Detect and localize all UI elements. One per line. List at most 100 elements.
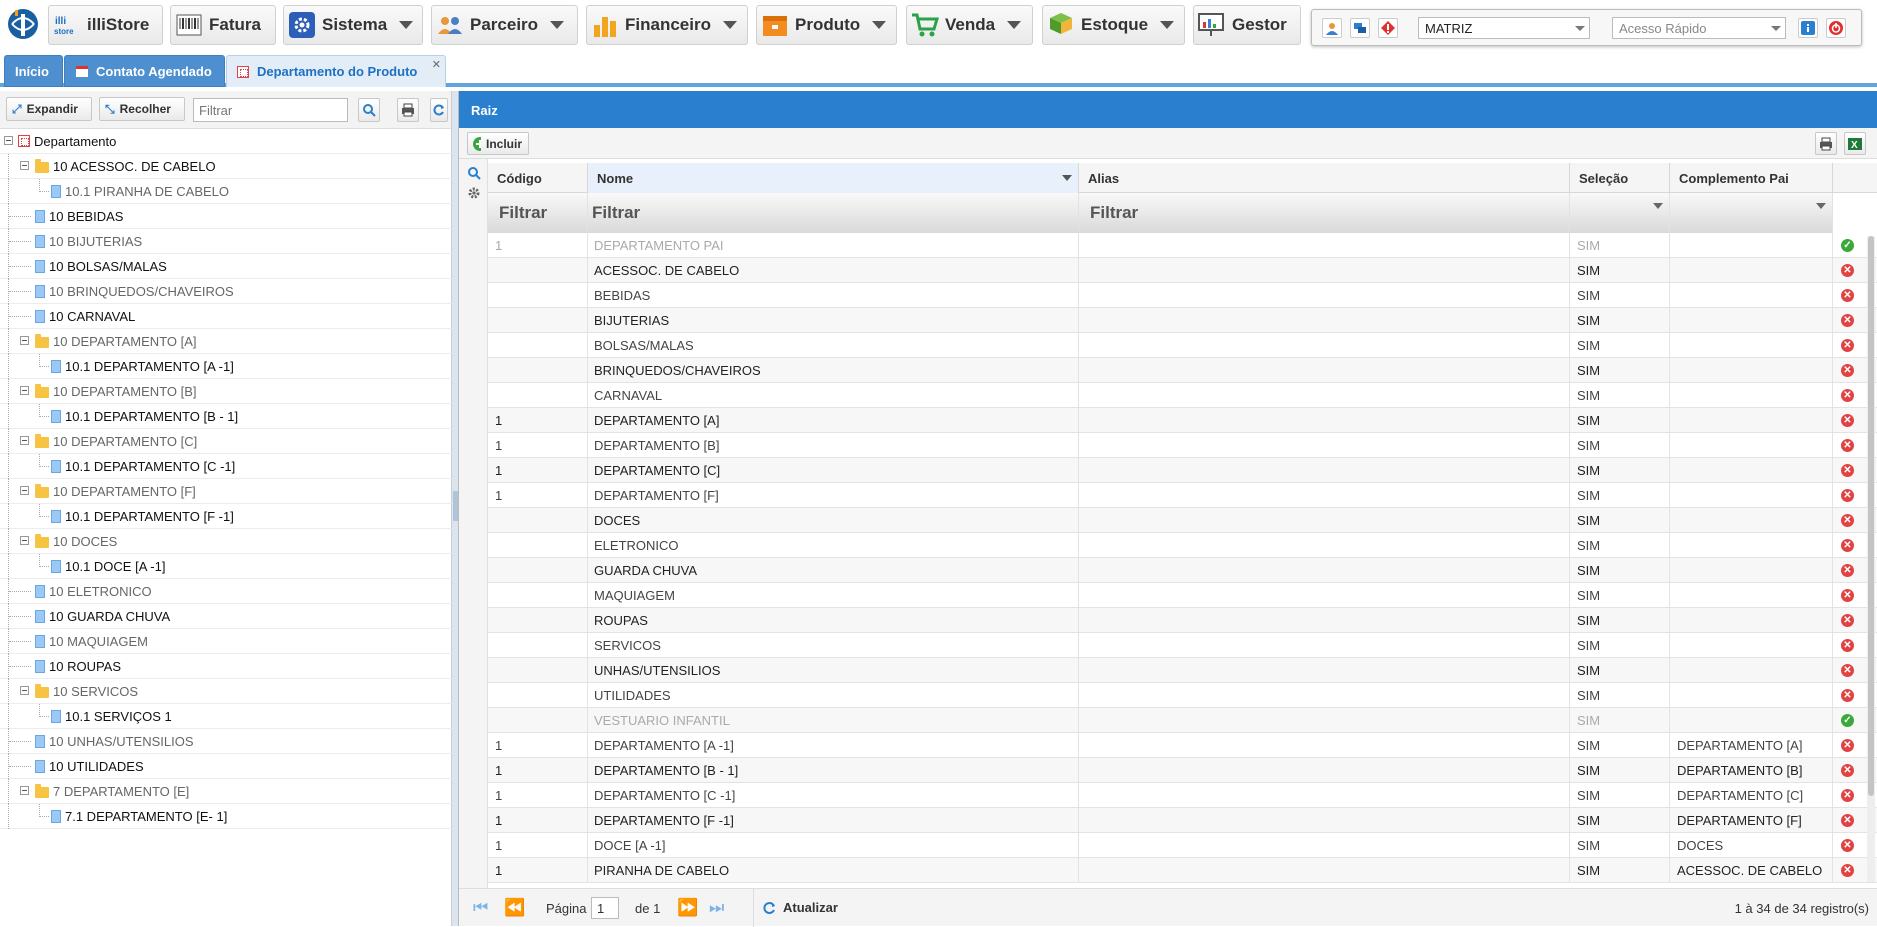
tree-node[interactable]: 7 DEPARTAMENTO [E] [0,779,452,804]
close-icon[interactable]: ✕ [1841,489,1854,502]
table-row[interactable]: 1 DEPARTAMENTO PAI SIM ✓ [488,233,1877,258]
grid-scrollbar[interactable] [1867,236,1875,882]
table-row[interactable]: 1 DEPARTAMENTO [F] SIM ✕ [488,483,1877,508]
nav-illistore[interactable]: illi store illiStore [48,5,163,45]
quick-access-select[interactable]: Acesso Rápido [1612,17,1786,39]
table-row[interactable]: UNHAS/UTENSILIOS SIM ✕ [488,658,1877,683]
close-icon[interactable]: ✕ [1841,264,1854,277]
col-alias[interactable]: Alias [1079,163,1570,193]
tree-node[interactable]: 10 CARNAVAL [0,304,452,329]
collapse-toggle-icon[interactable] [20,786,29,795]
collapse-toggle-icon[interactable] [20,686,29,695]
user-button[interactable] [1322,18,1342,38]
collapse-toggle-icon[interactable] [20,536,29,545]
close-icon[interactable]: ✕ [1841,364,1854,377]
table-row[interactable]: VESTUARIO INFANTIL SIM ✓ [488,708,1877,733]
nav-produto[interactable]: Produto [756,5,897,45]
tree-node[interactable]: 10.1 PIRANHA DE CABELO [0,179,452,204]
close-icon[interactable]: ✕ [1841,764,1854,777]
tree-node[interactable]: 10.1 SERVIÇOS 1 [0,704,452,729]
tree-node[interactable]: 10 ACESSOC. DE CABELO [0,154,452,179]
close-icon[interactable]: ✕ [1841,289,1854,302]
tree-node[interactable]: 10.1 DEPARTAMENTO [A -1] [0,354,452,379]
col-selecao[interactable]: Seleção [1570,163,1670,193]
grid-print-button[interactable] [1815,132,1837,155]
tree-node[interactable]: 10 BEBIDAS [0,204,452,229]
nav-parceiro[interactable]: Parceiro [431,5,578,45]
table-row[interactable]: ROUPAS SIM ✕ [488,608,1877,633]
table-row[interactable]: 1 DEPARTAMENTO [C] SIM ✕ [488,458,1877,483]
nav-estoque[interactable]: Estoque [1042,5,1185,45]
col-nome[interactable]: Nome [588,163,1079,193]
nav-gestor[interactable]: Gestor [1193,5,1301,45]
table-row[interactable]: CARNAVAL SIM ✕ [488,383,1877,408]
close-icon[interactable]: ✕ [1841,564,1854,577]
tab-departamento-do-produto[interactable]: Departamento do Produto ✕ [226,55,446,87]
table-row[interactable]: ELETRONICO SIM ✕ [488,533,1877,558]
collapse-button[interactable]: ⤡ Recolher [99,97,185,121]
close-icon[interactable]: ✕ [1841,614,1854,627]
nav-financeiro[interactable]: Financeiro [586,5,748,45]
expand-button[interactable]: ⤢ Expandir [6,97,92,121]
add-button[interactable]: Incluir [467,132,529,155]
tree-node[interactable]: Departamento [0,129,452,154]
chevron-down-icon[interactable] [1653,203,1663,209]
table-row[interactable]: 1 DEPARTAMENTO [C -1] SIM DEPARTAMENTO [C] ✕ [488,783,1877,808]
table-row[interactable]: 1 PIRANHA DE CABELO SIM ACESSOC. DE CABELO ✕ [488,858,1877,883]
close-icon[interactable]: ✕ [1841,539,1854,552]
tree-node[interactable]: 10.1 DEPARTAMENTO [C -1] [0,454,452,479]
app-logo[interactable] [6,6,40,42]
tree-search-button[interactable] [358,98,380,122]
tree-filter-input[interactable] [193,98,348,122]
tree-node[interactable]: 10 ROUPAS [0,654,452,679]
tree-node[interactable]: 10 UTILIDADES [0,754,452,779]
settings-icon[interactable] [467,186,481,200]
branch-select[interactable]: MATRIZ [1418,17,1590,39]
close-icon[interactable]: ✕ [1841,514,1854,527]
filter-codigo[interactable]: Filtrar [488,193,588,233]
nav-sistema[interactable]: Sistema [283,5,423,45]
table-row[interactable]: DOCES SIM ✕ [488,508,1877,533]
table-row[interactable]: 1 DEPARTAMENTO [B - 1] SIM DEPARTAMENTO [B]… [488,758,1877,783]
tree-print-button[interactable] [397,98,419,122]
tree-node[interactable]: 10 ELETRONICO [0,579,452,604]
close-icon[interactable]: ✕ [1841,664,1854,677]
info-button[interactable] [1798,18,1818,38]
excel-export-button[interactable]: X [1844,132,1866,155]
tree-node[interactable]: 10.1 DEPARTAMENTO [F -1] [0,504,452,529]
chat-button[interactable] [1350,18,1370,38]
first-page-icon[interactable]: ⏮ [473,898,488,918]
close-icon[interactable]: ✕ [1841,414,1854,427]
nav-venda[interactable]: Venda [906,5,1033,45]
page-number-input[interactable]: 1 [591,897,619,919]
close-icon[interactable]: ✕ [1841,864,1854,877]
logout-button[interactable] [1826,18,1846,38]
tree-node[interactable]: 10 BIJUTERIAS [0,229,452,254]
tree-node[interactable]: 10 BRINQUEDOS/CHAVEIROS [0,279,452,304]
close-icon[interactable]: ✕ [1841,839,1854,852]
panel-splitter[interactable] [452,91,459,926]
close-icon[interactable]: ✕ [1841,689,1854,702]
zoom-icon[interactable] [467,166,481,180]
tab-contato-agendado[interactable]: Contato Agendado [64,55,225,87]
table-row[interactable]: 1 DEPARTAMENTO [F -1] SIM DEPARTAMENTO [F] ✕ [488,808,1877,833]
tree-node[interactable]: 10 MAQUIAGEM [0,629,452,654]
close-icon[interactable]: ✕ [1841,739,1854,752]
collapse-toggle-icon[interactable] [20,386,29,395]
tree-node[interactable]: 10 UNHAS/UTENSILIOS [0,729,452,754]
table-row[interactable]: 1 DEPARTAMENTO [A] SIM ✕ [488,408,1877,433]
table-row[interactable]: BIJUTERIAS SIM ✕ [488,308,1877,333]
check-icon[interactable]: ✓ [1841,714,1854,727]
close-icon[interactable]: ✕ [1841,439,1854,452]
collapse-toggle-icon[interactable] [20,436,29,445]
table-row[interactable]: 1 DOCE [A -1] SIM DOCES ✕ [488,833,1877,858]
filter-complemento-pai[interactable] [1670,193,1833,233]
close-icon[interactable]: ✕ [1841,339,1854,352]
close-icon[interactable]: ✕ [1841,814,1854,827]
close-icon[interactable]: ✕ [1841,589,1854,602]
collapse-toggle-icon[interactable] [20,486,29,495]
table-row[interactable]: 1 DEPARTAMENTO [A -1] SIM DEPARTAMENTO [A] ✕ [488,733,1877,758]
filter-selecao[interactable] [1570,193,1670,233]
tree-node[interactable]: 10.1 DOCE [A -1] [0,554,452,579]
table-row[interactable]: BOLSAS/MALAS SIM ✕ [488,333,1877,358]
